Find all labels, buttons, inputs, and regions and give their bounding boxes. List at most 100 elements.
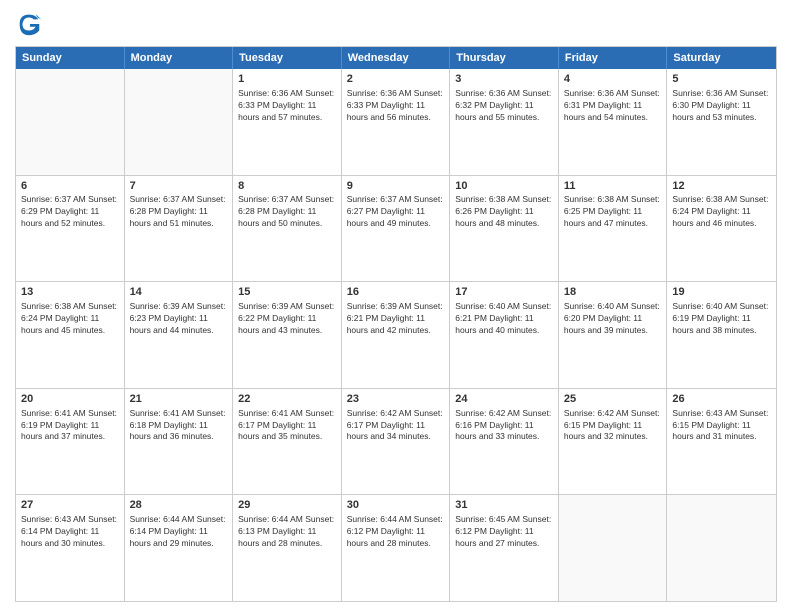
cal-cell: 14Sunrise: 6:39 AM Sunset: 6:23 PM Dayli… [125,282,234,388]
cal-cell: 10Sunrise: 6:38 AM Sunset: 6:26 PM Dayli… [450,176,559,282]
cal-cell: 19Sunrise: 6:40 AM Sunset: 6:19 PM Dayli… [667,282,776,388]
calendar-body: 1Sunrise: 6:36 AM Sunset: 6:33 PM Daylig… [16,69,776,601]
calendar-header: SundayMondayTuesdayWednesdayThursdayFrid… [16,47,776,69]
cell-info: Sunrise: 6:42 AM Sunset: 6:17 PM Dayligh… [347,408,445,444]
day-of-week-monday: Monday [125,47,234,69]
cal-cell: 31Sunrise: 6:45 AM Sunset: 6:12 PM Dayli… [450,495,559,601]
cal-cell: 8Sunrise: 6:37 AM Sunset: 6:28 PM Daylig… [233,176,342,282]
calendar: SundayMondayTuesdayWednesdayThursdayFrid… [15,46,777,602]
day-number: 7 [130,179,228,194]
cal-cell: 20Sunrise: 6:41 AM Sunset: 6:19 PM Dayli… [16,389,125,495]
cal-cell: 12Sunrise: 6:38 AM Sunset: 6:24 PM Dayli… [667,176,776,282]
day-number: 22 [238,392,336,407]
cell-info: Sunrise: 6:41 AM Sunset: 6:19 PM Dayligh… [21,408,119,444]
week-row-3: 13Sunrise: 6:38 AM Sunset: 6:24 PM Dayli… [16,282,776,389]
week-row-5: 27Sunrise: 6:43 AM Sunset: 6:14 PM Dayli… [16,495,776,601]
cell-info: Sunrise: 6:38 AM Sunset: 6:24 PM Dayligh… [672,194,771,230]
cal-cell: 26Sunrise: 6:43 AM Sunset: 6:15 PM Dayli… [667,389,776,495]
day-number: 6 [21,179,119,194]
day-of-week-wednesday: Wednesday [342,47,451,69]
header [15,10,777,38]
day-number: 8 [238,179,336,194]
cell-info: Sunrise: 6:37 AM Sunset: 6:29 PM Dayligh… [21,194,119,230]
cell-info: Sunrise: 6:41 AM Sunset: 6:17 PM Dayligh… [238,408,336,444]
week-row-2: 6Sunrise: 6:37 AM Sunset: 6:29 PM Daylig… [16,176,776,283]
cell-info: Sunrise: 6:43 AM Sunset: 6:15 PM Dayligh… [672,408,771,444]
day-number: 28 [130,498,228,513]
day-number: 27 [21,498,119,513]
day-number: 23 [347,392,445,407]
cal-cell: 29Sunrise: 6:44 AM Sunset: 6:13 PM Dayli… [233,495,342,601]
day-of-week-tuesday: Tuesday [233,47,342,69]
cell-info: Sunrise: 6:44 AM Sunset: 6:13 PM Dayligh… [238,514,336,550]
cal-cell: 22Sunrise: 6:41 AM Sunset: 6:17 PM Dayli… [233,389,342,495]
cal-cell: 24Sunrise: 6:42 AM Sunset: 6:16 PM Dayli… [450,389,559,495]
cal-cell: 11Sunrise: 6:38 AM Sunset: 6:25 PM Dayli… [559,176,668,282]
day-number: 25 [564,392,662,407]
cal-cell [559,495,668,601]
day-of-week-saturday: Saturday [667,47,776,69]
cal-cell: 17Sunrise: 6:40 AM Sunset: 6:21 PM Dayli… [450,282,559,388]
cell-info: Sunrise: 6:41 AM Sunset: 6:18 PM Dayligh… [130,408,228,444]
day-number: 15 [238,285,336,300]
day-number: 21 [130,392,228,407]
cell-info: Sunrise: 6:36 AM Sunset: 6:32 PM Dayligh… [455,88,553,124]
cell-info: Sunrise: 6:36 AM Sunset: 6:30 PM Dayligh… [672,88,771,124]
cal-cell: 7Sunrise: 6:37 AM Sunset: 6:28 PM Daylig… [125,176,234,282]
cal-cell: 25Sunrise: 6:42 AM Sunset: 6:15 PM Dayli… [559,389,668,495]
day-number: 9 [347,179,445,194]
cell-info: Sunrise: 6:38 AM Sunset: 6:24 PM Dayligh… [21,301,119,337]
cal-cell: 13Sunrise: 6:38 AM Sunset: 6:24 PM Dayli… [16,282,125,388]
day-number: 3 [455,72,553,87]
day-number: 26 [672,392,771,407]
cal-cell: 30Sunrise: 6:44 AM Sunset: 6:12 PM Dayli… [342,495,451,601]
cal-cell: 5Sunrise: 6:36 AM Sunset: 6:30 PM Daylig… [667,69,776,175]
cal-cell: 21Sunrise: 6:41 AM Sunset: 6:18 PM Dayli… [125,389,234,495]
cell-info: Sunrise: 6:36 AM Sunset: 6:33 PM Dayligh… [347,88,445,124]
cal-cell [125,69,234,175]
cell-info: Sunrise: 6:38 AM Sunset: 6:25 PM Dayligh… [564,194,662,230]
cal-cell: 6Sunrise: 6:37 AM Sunset: 6:29 PM Daylig… [16,176,125,282]
cell-info: Sunrise: 6:38 AM Sunset: 6:26 PM Dayligh… [455,194,553,230]
cal-cell: 4Sunrise: 6:36 AM Sunset: 6:31 PM Daylig… [559,69,668,175]
day-number: 31 [455,498,553,513]
cell-info: Sunrise: 6:40 AM Sunset: 6:19 PM Dayligh… [672,301,771,337]
cal-cell: 23Sunrise: 6:42 AM Sunset: 6:17 PM Dayli… [342,389,451,495]
cell-info: Sunrise: 6:36 AM Sunset: 6:31 PM Dayligh… [564,88,662,124]
cell-info: Sunrise: 6:39 AM Sunset: 6:22 PM Dayligh… [238,301,336,337]
cell-info: Sunrise: 6:45 AM Sunset: 6:12 PM Dayligh… [455,514,553,550]
cell-info: Sunrise: 6:37 AM Sunset: 6:28 PM Dayligh… [130,194,228,230]
day-of-week-sunday: Sunday [16,47,125,69]
cell-info: Sunrise: 6:44 AM Sunset: 6:12 PM Dayligh… [347,514,445,550]
cell-info: Sunrise: 6:43 AM Sunset: 6:14 PM Dayligh… [21,514,119,550]
day-number: 10 [455,179,553,194]
day-number: 1 [238,72,336,87]
day-number: 5 [672,72,771,87]
cal-cell: 16Sunrise: 6:39 AM Sunset: 6:21 PM Dayli… [342,282,451,388]
cal-cell: 2Sunrise: 6:36 AM Sunset: 6:33 PM Daylig… [342,69,451,175]
week-row-4: 20Sunrise: 6:41 AM Sunset: 6:19 PM Dayli… [16,389,776,496]
cal-cell: 15Sunrise: 6:39 AM Sunset: 6:22 PM Dayli… [233,282,342,388]
week-row-1: 1Sunrise: 6:36 AM Sunset: 6:33 PM Daylig… [16,69,776,176]
cell-info: Sunrise: 6:37 AM Sunset: 6:28 PM Dayligh… [238,194,336,230]
cell-info: Sunrise: 6:36 AM Sunset: 6:33 PM Dayligh… [238,88,336,124]
day-number: 30 [347,498,445,513]
cal-cell: 9Sunrise: 6:37 AM Sunset: 6:27 PM Daylig… [342,176,451,282]
cal-cell: 1Sunrise: 6:36 AM Sunset: 6:33 PM Daylig… [233,69,342,175]
cell-info: Sunrise: 6:40 AM Sunset: 6:20 PM Dayligh… [564,301,662,337]
cal-cell: 28Sunrise: 6:44 AM Sunset: 6:14 PM Dayli… [125,495,234,601]
cell-info: Sunrise: 6:37 AM Sunset: 6:27 PM Dayligh… [347,194,445,230]
day-number: 19 [672,285,771,300]
logo [15,10,47,38]
cell-info: Sunrise: 6:39 AM Sunset: 6:23 PM Dayligh… [130,301,228,337]
day-number: 18 [564,285,662,300]
cal-cell [667,495,776,601]
cal-cell: 27Sunrise: 6:43 AM Sunset: 6:14 PM Dayli… [16,495,125,601]
cal-cell: 3Sunrise: 6:36 AM Sunset: 6:32 PM Daylig… [450,69,559,175]
cal-cell: 18Sunrise: 6:40 AM Sunset: 6:20 PM Dayli… [559,282,668,388]
cell-info: Sunrise: 6:44 AM Sunset: 6:14 PM Dayligh… [130,514,228,550]
logo-icon [15,10,43,38]
day-number: 2 [347,72,445,87]
day-number: 16 [347,285,445,300]
day-of-week-friday: Friday [559,47,668,69]
